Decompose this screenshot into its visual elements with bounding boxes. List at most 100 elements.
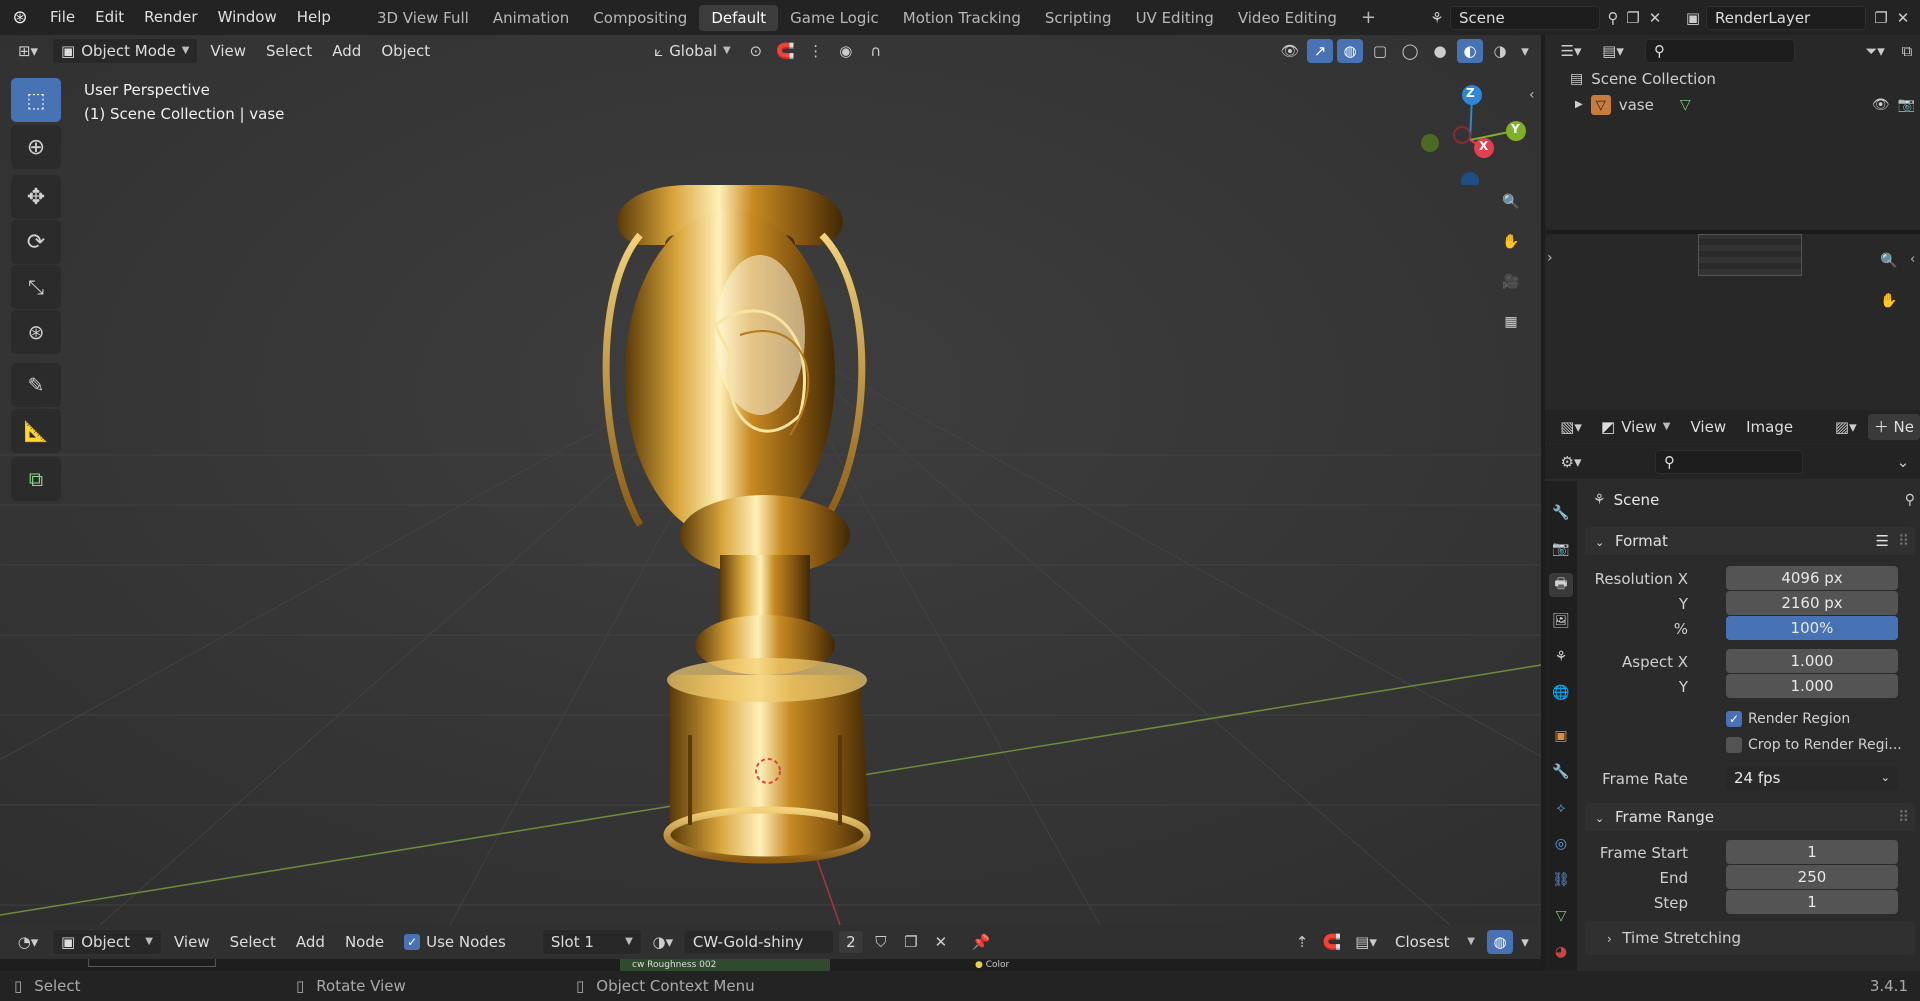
- pin-icon[interactable]: ⚲: [1905, 492, 1915, 508]
- add-cube-tool[interactable]: ⧉: [11, 457, 61, 501]
- crop-row[interactable]: Crop to Render Regi...: [1726, 737, 1902, 753]
- fake-user-shield-icon[interactable]: ⛉: [868, 930, 894, 954]
- frame-step-field[interactable]: 1: [1726, 890, 1898, 914]
- new-collection-icon[interactable]: ⧉: [1894, 39, 1920, 63]
- scale-tool[interactable]: ⤡: [11, 265, 61, 309]
- move-tool[interactable]: ✥: [11, 175, 61, 219]
- visibility-icon[interactable]: 👁: [1277, 39, 1303, 63]
- tab-animation[interactable]: Animation: [481, 5, 581, 31]
- resolution-y-field[interactable]: 2160 px: [1726, 591, 1898, 615]
- editor-type-icon[interactable]: ⚙▾: [1553, 450, 1589, 474]
- zoom-view-button[interactable]: 🔍: [1494, 185, 1528, 219]
- filter-icon[interactable]: ⏷▾: [1862, 39, 1888, 63]
- properties-search-input[interactable]: ⚲: [1655, 450, 1803, 474]
- menu-file[interactable]: File: [40, 0, 85, 35]
- snap-increment-icon[interactable]: ⋮: [803, 39, 829, 63]
- menu-view[interactable]: View: [166, 929, 218, 955]
- render-region-row[interactable]: ✓ Render Region: [1726, 711, 1850, 727]
- view-layer-tab-icon[interactable]: 🖼: [1549, 609, 1573, 633]
- chevron-down-icon[interactable]: ⌄: [1890, 450, 1916, 474]
- material-tab-icon[interactable]: ◕: [1549, 940, 1573, 964]
- tab-3d-view-full[interactable]: 3D View Full: [365, 5, 481, 31]
- measure-tool[interactable]: 📐: [11, 409, 61, 453]
- falloff-icon[interactable]: ∩: [863, 39, 889, 63]
- material-name-field[interactable]: CW-Gold-shiny: [683, 930, 834, 954]
- menu-node[interactable]: Node: [337, 929, 392, 955]
- tab-game-logic[interactable]: Game Logic: [778, 5, 891, 31]
- menu-select[interactable]: Select: [258, 38, 320, 64]
- tab-scripting[interactable]: Scripting: [1033, 5, 1124, 31]
- time-stretching-panel-header[interactable]: › Time Stretching: [1585, 921, 1915, 955]
- menu-help[interactable]: Help: [287, 0, 341, 35]
- tab-motion-tracking[interactable]: Motion Tracking: [891, 5, 1033, 31]
- physics-tab-icon[interactable]: ◎: [1549, 832, 1573, 856]
- view-mode-dropdown[interactable]: ◩ View ▼: [1593, 414, 1679, 440]
- unlink-material-icon[interactable]: ✕: [928, 930, 954, 954]
- chevron-left-icon[interactable]: ‹: [1529, 87, 1535, 103]
- editor-type-icon[interactable]: ▧▾: [1553, 415, 1589, 439]
- close-icon[interactable]: ✕: [1892, 6, 1914, 30]
- pan-view-button[interactable]: ✋: [1494, 225, 1528, 259]
- editor-type-icon[interactable]: ⊞▾: [8, 39, 48, 63]
- view-layer-field[interactable]: RenderLayer: [1706, 5, 1866, 30]
- material-browse-icon[interactable]: ◑▾: [646, 930, 680, 954]
- menu-image[interactable]: Image: [1738, 414, 1801, 440]
- xray-icon[interactable]: ▢: [1367, 39, 1393, 63]
- rotate-tool[interactable]: ⟳: [11, 220, 61, 264]
- new-image-button[interactable]: ＋ Ne: [1867, 414, 1920, 440]
- duplicate-scene-icon[interactable]: ❐: [1622, 6, 1644, 30]
- add-workspace-button[interactable]: +: [1349, 5, 1388, 31]
- transform-tool[interactable]: ⊛: [11, 310, 61, 354]
- drag-handle-icon[interactable]: ⠿: [1898, 527, 1909, 555]
- duplicate-layer-icon[interactable]: ❐: [1870, 6, 1892, 30]
- menu-add[interactable]: Add: [288, 929, 333, 955]
- eye-icon[interactable]: 👁: [1872, 94, 1890, 116]
- wireframe-shading-icon[interactable]: ◯: [1397, 39, 1423, 63]
- material-users-count[interactable]: 2: [837, 930, 864, 954]
- outliner-search-input[interactable]: ⚲: [1645, 39, 1795, 63]
- menu-view[interactable]: View: [202, 38, 254, 64]
- chevron-left-icon[interactable]: ‹: [1910, 252, 1915, 267]
- cursor-tool[interactable]: ⊕: [11, 125, 61, 169]
- overlay-toggle-icon[interactable]: ◍: [1487, 930, 1513, 954]
- crop-checkbox[interactable]: [1726, 737, 1742, 753]
- use-nodes-toggle[interactable]: ✓ Use Nodes: [396, 929, 514, 955]
- blender-logo-icon[interactable]: ⊛: [0, 7, 40, 28]
- frame-end-field[interactable]: 250: [1726, 865, 1898, 889]
- proportional-edit-icon[interactable]: ◉: [833, 39, 859, 63]
- overlay-toggle-icon[interactable]: ◍: [1337, 39, 1363, 63]
- 3d-viewport[interactable]: ⊞▾ ▣ Object Mode ▼ View Select Add Objec…: [0, 35, 1541, 925]
- chevron-down-icon[interactable]: ▾: [1517, 930, 1533, 954]
- resolution-x-field[interactable]: 4096 px: [1726, 566, 1898, 590]
- tab-default[interactable]: Default: [699, 4, 779, 31]
- ortho-toggle-button[interactable]: ▦: [1494, 305, 1528, 339]
- world-tab-icon[interactable]: 🌐: [1549, 681, 1573, 705]
- camera-render-icon[interactable]: 📷: [1898, 94, 1915, 116]
- solid-shading-icon[interactable]: ●: [1427, 39, 1453, 63]
- display-mode-icon[interactable]: ▤▾: [1595, 39, 1631, 63]
- slot-dropdown[interactable]: Slot 1 ▼: [541, 929, 642, 955]
- shader-type-dropdown[interactable]: ▣ Object ▼: [52, 929, 162, 955]
- scene-collection-row[interactable]: ▤ Scene Collection: [1570, 68, 1716, 90]
- constraint-tab-icon[interactable]: ⛓: [1549, 868, 1573, 892]
- chevron-right-icon[interactable]: ›: [1547, 250, 1553, 266]
- duplicate-material-icon[interactable]: ❐: [898, 930, 924, 954]
- snap-icon[interactable]: 🧲: [1319, 930, 1345, 954]
- menu-select[interactable]: Select: [222, 929, 284, 955]
- presets-icon[interactable]: ☰: [1876, 527, 1889, 555]
- menu-add[interactable]: Add: [324, 38, 369, 64]
- snap-mode-dropdown[interactable]: Closest ▼: [1387, 929, 1483, 955]
- menu-view[interactable]: View: [1683, 414, 1735, 440]
- tab-uv-editing[interactable]: UV Editing: [1124, 5, 1226, 31]
- close-icon[interactable]: ✕: [1644, 6, 1666, 30]
- format-panel-header[interactable]: ⌄ Format ☰ ⠿: [1585, 527, 1915, 555]
- output-tab-icon[interactable]: 🖶: [1549, 573, 1573, 597]
- tab-compositing[interactable]: Compositing: [581, 5, 699, 31]
- resolution-percent-slider[interactable]: 100%: [1726, 616, 1898, 640]
- drag-handle-icon[interactable]: ⠿: [1898, 803, 1909, 831]
- scene-field[interactable]: Scene: [1450, 5, 1600, 30]
- modifier-tab-icon[interactable]: 🔧: [1549, 760, 1573, 784]
- rendered-shading-icon[interactable]: ◑: [1487, 39, 1513, 63]
- browse-image-icon[interactable]: ▨▾: [1828, 415, 1864, 439]
- annotate-tool[interactable]: ✎: [11, 363, 61, 407]
